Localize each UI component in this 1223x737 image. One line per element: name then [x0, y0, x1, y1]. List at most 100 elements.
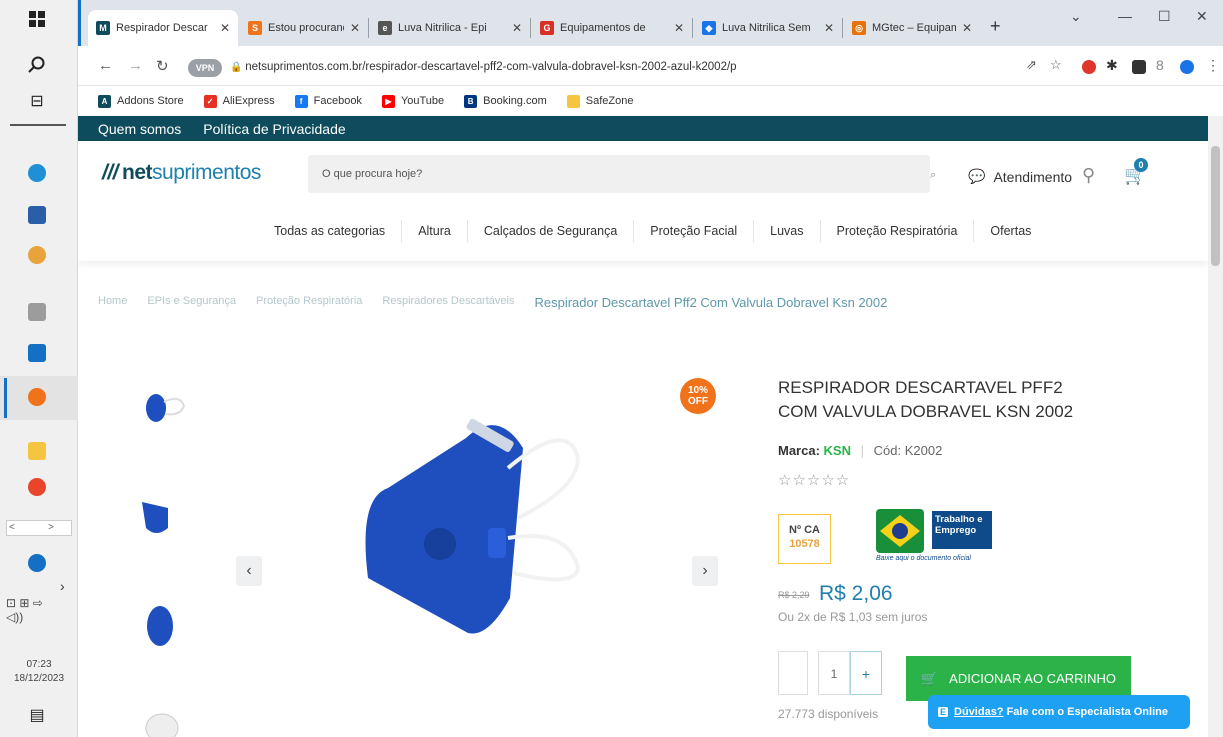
nav-protecao-respiratoria[interactable]: Proteção Respiratória — [821, 220, 975, 242]
tab-luva-nitrilica-sem[interactable]: ◆ Luva Nitrilica Sem ✕ — [694, 10, 842, 46]
gallery-next-button[interactable]: › — [692, 556, 718, 586]
shield-extension-icon[interactable] — [1082, 60, 1096, 74]
menu-icon[interactable]: ⋮ — [1206, 57, 1220, 74]
nav-protecao-facial[interactable]: Proteção Facial — [634, 220, 755, 242]
nav-altura[interactable]: Altura — [402, 220, 468, 242]
site-logo[interactable]: ///netsuprimentos — [102, 161, 261, 185]
bookmark-addons-store[interactable]: A Addons Store — [98, 94, 184, 108]
maximize-button[interactable]: ☐ — [1158, 8, 1171, 25]
close-icon[interactable]: ✕ — [824, 21, 834, 35]
windows-start-icon[interactable] — [22, 4, 52, 34]
help-icon[interactable] — [22, 548, 52, 578]
chat-widget[interactable]: E Dúvidas? Fale com o Especialista Onlin… — [928, 695, 1190, 729]
nav-ofertas[interactable]: Ofertas — [974, 220, 1047, 242]
gallery-prev-button[interactable]: ‹ — [236, 556, 262, 586]
close-icon[interactable]: ✕ — [674, 21, 684, 35]
scrollbar-thumb[interactable] — [1211, 146, 1220, 266]
tab-mgtec[interactable]: ◎ MGtec – Equipame ✕ — [844, 10, 980, 46]
tab-estou-procurando[interactable]: S Estou procurando ✕ — [240, 10, 368, 46]
tab-respirador[interactable]: M Respirador Descar ✕ — [88, 10, 238, 46]
tab-favicon: G — [540, 21, 554, 35]
search-placeholder: O que procura hoje? — [322, 168, 423, 180]
bookmark-facebook[interactable]: f Facebook — [294, 94, 362, 108]
security-extension-icon[interactable] — [1180, 60, 1194, 74]
tab-luva-nitrilica-epi[interactable]: e Luva Nitrilica - Epi ✕ — [370, 10, 530, 46]
reload-button[interactable]: ↻ — [156, 57, 169, 75]
close-icon[interactable]: ✕ — [962, 21, 972, 35]
quantity-input[interactable]: 1 — [818, 651, 850, 695]
app-icon[interactable] — [22, 240, 52, 270]
tab-search-icon[interactable]: ⌄ — [1070, 8, 1082, 25]
profile-icon[interactable]: 8 — [1156, 57, 1164, 73]
old-price: R$ 2,29 — [778, 590, 810, 600]
link-politica-privacidade[interactable]: Política de Privacidade — [203, 121, 345, 137]
nav-todas-categorias[interactable]: Todas as categorias — [258, 220, 403, 242]
site-topbar: Quem somos Política de Privacidade — [78, 116, 1208, 141]
window-edge — [78, 0, 81, 46]
page-scrollbar[interactable] — [1208, 116, 1223, 737]
product-thumbnail-2[interactable] — [128, 482, 190, 544]
close-icon[interactable]: ✕ — [220, 21, 230, 35]
search-icon[interactable] — [22, 50, 52, 80]
product-thumbnail-1[interactable] — [128, 376, 190, 438]
nav-calcados[interactable]: Calçados de Segurança — [468, 220, 635, 242]
bookmark-aliexpress[interactable]: ✓ AliExpress — [203, 94, 275, 108]
installments-text: Ou 2x de R$ 1,03 sem juros — [778, 610, 928, 624]
atendimento-link[interactable]: 💬 Atendimento — [968, 168, 1072, 185]
breadcrumb: Home EPIs e Segurança Proteção Respirató… — [98, 295, 887, 310]
brand-value[interactable]: KSN — [824, 443, 851, 458]
bookmark-star-icon[interactable]: ☆ — [1050, 57, 1062, 73]
tab-label: Equipamentos de — [560, 22, 646, 34]
ministerio-trabalho-badge[interactable]: Trabalho e Emprego Baixe aqui o document… — [876, 509, 1004, 567]
share-icon[interactable]: ⇗ — [1026, 57, 1037, 73]
bookmark-booking[interactable]: B Booking.com — [464, 94, 547, 108]
close-window-button[interactable]: ✕ — [1196, 8, 1208, 25]
official-document-link[interactable]: Baixe aqui o documento oficial — [876, 555, 971, 562]
new-tab-button[interactable]: + — [990, 16, 1001, 37]
task-view-icon[interactable]: ⊟ — [22, 86, 52, 116]
notepad-icon[interactable] — [22, 297, 52, 327]
product-thumbnail-4[interactable] — [128, 698, 190, 737]
link-quem-somos[interactable]: Quem somos — [98, 121, 181, 137]
vpn-badge[interactable]: VPN — [188, 59, 222, 77]
user-icon[interactable]: ⚲ — [1082, 165, 1095, 186]
breadcrumb-respiradores[interactable]: Respiradores Descartáveis — [382, 295, 514, 310]
quantity-decrement-button[interactable] — [778, 651, 808, 695]
notifications-icon[interactable]: ▤ — [22, 700, 52, 730]
bookmark-safezone[interactable]: SafeZone — [566, 94, 633, 108]
bookmark-favicon: A — [98, 94, 111, 108]
taskbar-scroller[interactable]: < > — [6, 520, 72, 536]
system-tray-icons[interactable]: ⊡ ⊞ ⇨ ◁)) — [6, 596, 43, 624]
close-icon[interactable]: ✕ — [512, 21, 522, 35]
file-explorer-icon[interactable] — [22, 436, 52, 466]
product-thumbnail-3[interactable] — [128, 590, 190, 652]
brave-browser-icon[interactable] — [22, 382, 52, 412]
tab-equipamentos[interactable]: G Equipamentos de ✕ — [532, 10, 692, 46]
rating-stars[interactable]: ☆☆☆☆☆ — [778, 471, 850, 489]
back-button[interactable]: ← — [98, 57, 113, 74]
breadcrumb-home[interactable]: Home — [98, 295, 127, 310]
chrome-icon[interactable] — [22, 472, 52, 502]
nav-luvas[interactable]: Luvas — [754, 220, 821, 242]
taskbar-divider — [10, 124, 66, 126]
quantity-increment-button[interactable]: + — [850, 651, 882, 695]
search-input[interactable]: O que procura hoje? — [308, 155, 930, 193]
forward-button[interactable]: → — [128, 57, 143, 74]
chevron-right-icon[interactable]: › — [60, 578, 65, 594]
breadcrumb-epis[interactable]: EPIs e Segurança — [147, 295, 236, 310]
address-bar[interactable]: 🔒 netsuprimentos.com.br/respirador-desca… — [228, 55, 1028, 79]
close-icon[interactable]: ✕ — [350, 21, 360, 35]
mail-icon[interactable] — [22, 338, 52, 368]
edge-icon[interactable] — [22, 158, 52, 188]
extensions-puzzle-icon[interactable]: ✱ — [1106, 57, 1118, 74]
tab-label: MGtec – Equipame — [872, 22, 956, 34]
clock[interactable]: 07:23 18/12/2023 — [0, 658, 78, 686]
minimize-button[interactable]: — — [1118, 8, 1132, 24]
breadcrumb-protecao-respiratoria[interactable]: Proteção Respiratória — [256, 295, 362, 310]
ca-value: 10578 — [789, 538, 820, 550]
lock-icon: 🔒 — [230, 62, 246, 73]
store-icon[interactable] — [22, 200, 52, 230]
bookmark-youtube[interactable]: ▶ YouTube — [381, 94, 444, 108]
sidebar-icon[interactable] — [1132, 60, 1146, 74]
search-icon[interactable]: ⌕ — [930, 169, 936, 182]
